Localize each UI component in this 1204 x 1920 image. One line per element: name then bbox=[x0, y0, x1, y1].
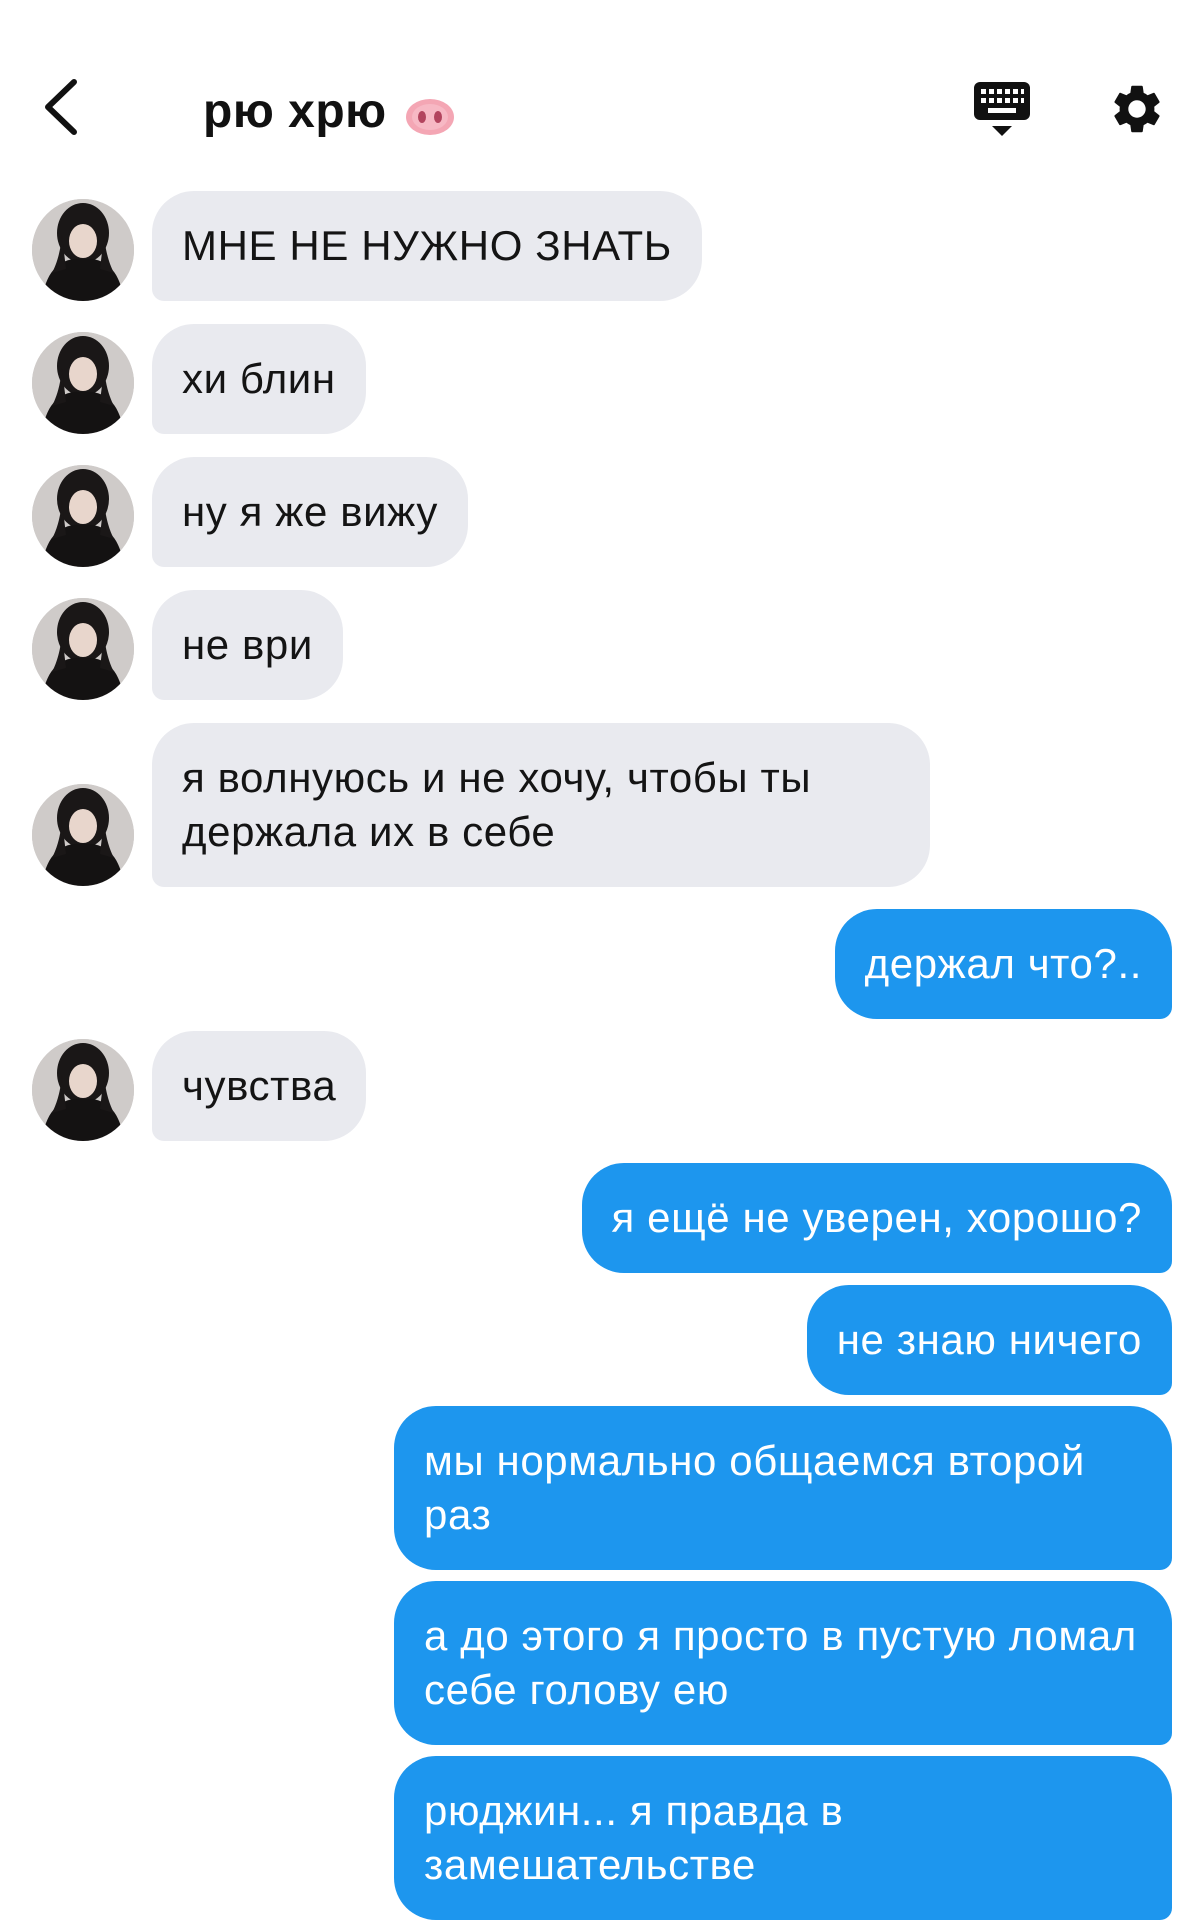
chat-title-text: рю хрю bbox=[203, 85, 387, 138]
contact-avatar[interactable] bbox=[32, 1039, 134, 1141]
keyboard-button[interactable] bbox=[972, 78, 1032, 142]
pig-nose-icon bbox=[405, 94, 455, 135]
back-button[interactable] bbox=[38, 72, 88, 142]
contact-avatar[interactable] bbox=[32, 332, 134, 434]
gear-icon bbox=[1114, 85, 1160, 133]
message-bubble-incoming[interactable]: чувства bbox=[152, 1031, 367, 1141]
contact-avatar[interactable] bbox=[32, 598, 134, 700]
keyboard-icon bbox=[974, 82, 1030, 136]
message-bubble-outgoing[interactable]: не знаю ничего bbox=[806, 1285, 1172, 1395]
settings-button[interactable] bbox=[1108, 80, 1166, 138]
message-bubble-outgoing[interactable]: мы нормально общаемся второй раз bbox=[394, 1406, 1172, 1570]
contact-avatar[interactable] bbox=[32, 465, 134, 567]
message-bubble-incoming[interactable]: я волнуюсь и не хочу, чтобы ты держала и… bbox=[152, 723, 930, 887]
chat-header: рю хрю bbox=[0, 0, 1204, 180]
message-bubble-incoming[interactable]: не ври bbox=[152, 590, 343, 700]
contact-avatar[interactable] bbox=[32, 199, 134, 301]
chevron-left-icon bbox=[45, 79, 77, 135]
message-bubble-outgoing[interactable]: а до этого я просто в пустую ломал себе … bbox=[394, 1581, 1172, 1745]
message-bubble-outgoing[interactable]: держал что?.. bbox=[834, 909, 1172, 1019]
contact-avatar[interactable] bbox=[32, 784, 134, 886]
chat-title[interactable]: рю хрю bbox=[203, 84, 455, 139]
message-bubble-outgoing[interactable]: я ещё не уверен, хорошо? bbox=[581, 1163, 1172, 1273]
message-bubble-incoming[interactable]: МНЕ НЕ НУЖНО ЗНАТЬ bbox=[152, 191, 702, 301]
message-bubble-incoming[interactable]: хи блин bbox=[152, 324, 366, 434]
message-bubble-outgoing[interactable]: рюджин... я правда в замешательстве bbox=[394, 1756, 1172, 1920]
message-bubble-incoming[interactable]: ну я же вижу bbox=[152, 457, 468, 567]
